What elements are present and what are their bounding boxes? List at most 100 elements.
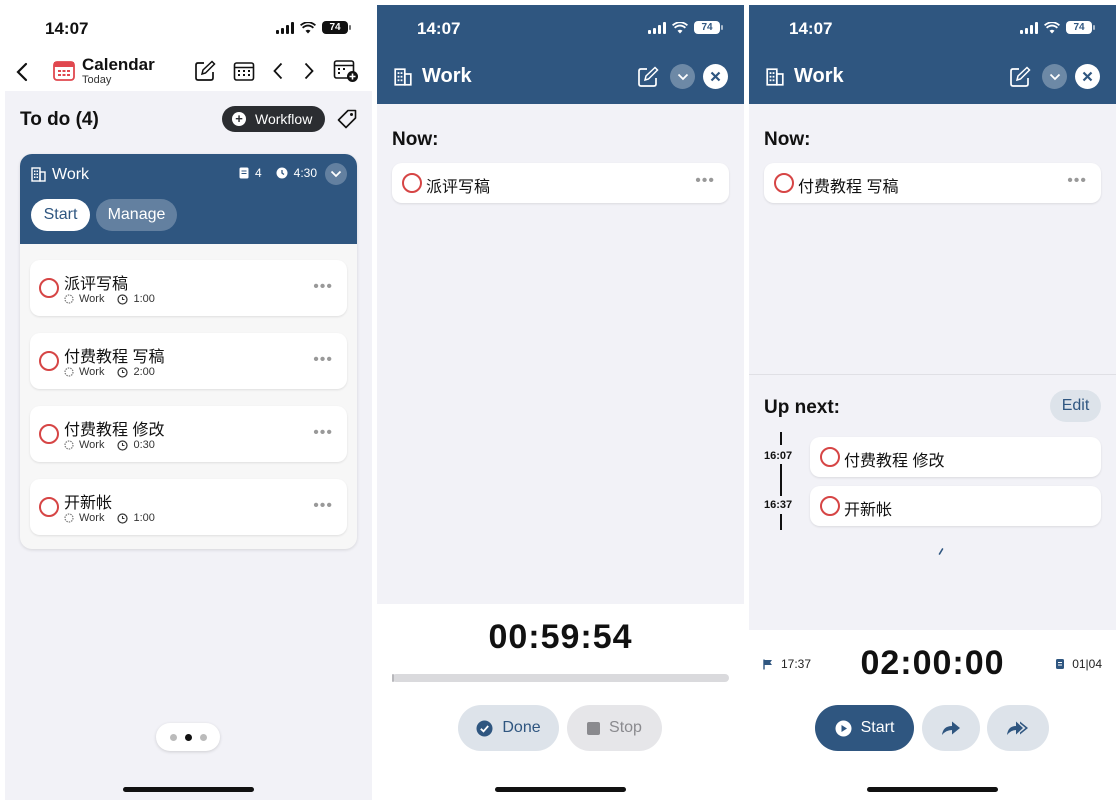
task-position: 01|04 <box>1056 657 1102 671</box>
signal-icon <box>648 21 666 34</box>
chevron-down-icon[interactable] <box>325 163 347 185</box>
task-meta: Work 1:00 <box>64 293 155 305</box>
more-icon[interactable]: ••• <box>695 172 715 190</box>
calendar-toolbar: Calendar Today <box>5 51 372 95</box>
now-task-row[interactable]: 派评写稿 ••• <box>392 163 729 203</box>
task-tag: Work <box>79 512 105 524</box>
battery-level: 74 <box>329 22 341 33</box>
tag-icon[interactable] <box>335 107 359 131</box>
compose-icon[interactable] <box>193 59 217 83</box>
more-icon[interactable]: ••• <box>313 424 333 442</box>
status-bar: 14:07 74 <box>5 5 372 51</box>
skip-all-button[interactable] <box>987 705 1049 751</box>
edit-button[interactable]: Edit <box>1050 390 1101 422</box>
more-icon[interactable]: ••• <box>313 351 333 369</box>
signal-icon <box>276 21 294 34</box>
timer-icon <box>117 512 129 524</box>
tag-dot-icon <box>64 294 74 304</box>
more-icon[interactable]: ••• <box>313 278 333 296</box>
task-row[interactable]: 付费教程 写稿 Work 2:00 ••• <box>30 333 347 389</box>
calendar-title: Calendar <box>82 55 155 74</box>
workflow-card-meta: 4 4:30 <box>239 166 317 180</box>
up-next-row[interactable]: 开新帐 <box>810 486 1101 526</box>
workflow-label: Workflow <box>255 111 313 127</box>
start-button[interactable]: Start <box>815 705 914 751</box>
close-icon[interactable] <box>1075 64 1100 89</box>
status-icons: 74 <box>648 21 723 34</box>
home-indicator[interactable] <box>123 787 254 792</box>
battery-icon: 74 <box>322 21 351 34</box>
now-task-row[interactable]: 付费教程 写稿 ••• <box>764 163 1101 203</box>
start-button[interactable]: Start <box>31 199 90 231</box>
building-icon <box>766 68 784 86</box>
stop-button[interactable]: Stop <box>567 705 662 751</box>
status-icons: 74 <box>1020 21 1095 34</box>
home-indicator[interactable] <box>867 787 998 792</box>
calendar-screen: 14:07 74 Calendar Today To do (4) + Work… <box>5 5 372 800</box>
progress-bar <box>392 674 729 682</box>
task-meta: Work 0:30 <box>64 439 155 451</box>
battery-level: 74 <box>701 22 713 33</box>
edit-icon[interactable] <box>635 64 660 89</box>
todo-heading: To do (4) <box>20 109 99 130</box>
close-icon[interactable] <box>703 64 728 89</box>
now-label: Now: <box>392 129 439 150</box>
running-screen: 14:07 74 Work Now: 派评写稿 ••• 00:59:54 Don… <box>377 5 744 800</box>
status-bar: 14:07 74 <box>749 5 1116 51</box>
workflow-card-header: Work 4 4:30 Start Manage <box>20 154 357 244</box>
manage-button[interactable]: Manage <box>96 199 177 231</box>
page-dot[interactable] <box>199 733 207 741</box>
progress-fill <box>392 674 395 682</box>
loading-icon <box>937 547 945 555</box>
up-next-row[interactable]: 付费教程 修改 <box>810 437 1101 477</box>
task-row[interactable]: 派评写稿 Work 1:00 ••• <box>30 260 347 316</box>
complete-checkbox[interactable] <box>820 496 840 516</box>
page-indicator[interactable] <box>156 723 220 751</box>
more-icon[interactable]: ••• <box>1067 172 1087 190</box>
more-icon[interactable]: ••• <box>313 497 333 515</box>
complete-checkbox[interactable] <box>402 173 422 193</box>
home-indicator[interactable] <box>495 787 626 792</box>
tag-dot-icon <box>64 513 74 523</box>
tag-dot-icon <box>64 367 74 377</box>
play-icon <box>835 720 852 736</box>
complete-checkbox[interactable] <box>774 173 794 193</box>
task-count: 4 <box>254 166 262 180</box>
chevron-down-icon[interactable] <box>670 64 695 89</box>
task-name: 开新帐 <box>64 495 113 512</box>
chevron-down-icon[interactable] <box>1042 64 1067 89</box>
task-row[interactable]: 付费教程 修改 Work 0:30 ••• <box>30 406 347 462</box>
complete-checkbox[interactable] <box>39 424 59 444</box>
task-row[interactable]: 开新帐 Work 1:00 ••• <box>30 479 347 535</box>
building-icon <box>394 68 412 86</box>
battery-icon: 74 <box>694 21 723 34</box>
back-icon[interactable] <box>13 60 31 84</box>
month-view-icon[interactable] <box>232 59 256 83</box>
page-dot[interactable] <box>169 733 177 741</box>
page-dot-active[interactable] <box>184 733 192 741</box>
done-button[interactable]: Done <box>458 705 559 751</box>
workflow-button[interactable]: + Workflow <box>222 106 325 132</box>
total-time: 4:30 <box>293 166 317 180</box>
complete-checkbox[interactable] <box>820 447 840 467</box>
add-event-icon[interactable] <box>332 58 360 84</box>
battery-level: 74 <box>1073 22 1085 33</box>
up-next-label: Up next: <box>764 397 840 418</box>
document-icon <box>239 167 249 179</box>
task-tag: Work <box>79 366 105 378</box>
edit-icon[interactable] <box>1007 64 1032 89</box>
previous-icon[interactable] <box>270 60 286 82</box>
building-icon <box>30 166 46 182</box>
next-icon[interactable] <box>301 60 317 82</box>
complete-checkbox[interactable] <box>39 278 59 298</box>
wifi-icon <box>300 21 316 33</box>
task-tag: Work <box>79 439 105 451</box>
complete-checkbox[interactable] <box>39 351 59 371</box>
complete-checkbox[interactable] <box>39 497 59 517</box>
task-meta: Work 1:00 <box>64 512 155 524</box>
task-tag: Work <box>79 293 105 305</box>
up-next-task-name: 开新帐 <box>844 502 893 519</box>
timer-icon <box>117 366 129 378</box>
task-duration: 2:00 <box>133 366 155 378</box>
skip-button[interactable] <box>922 705 980 751</box>
